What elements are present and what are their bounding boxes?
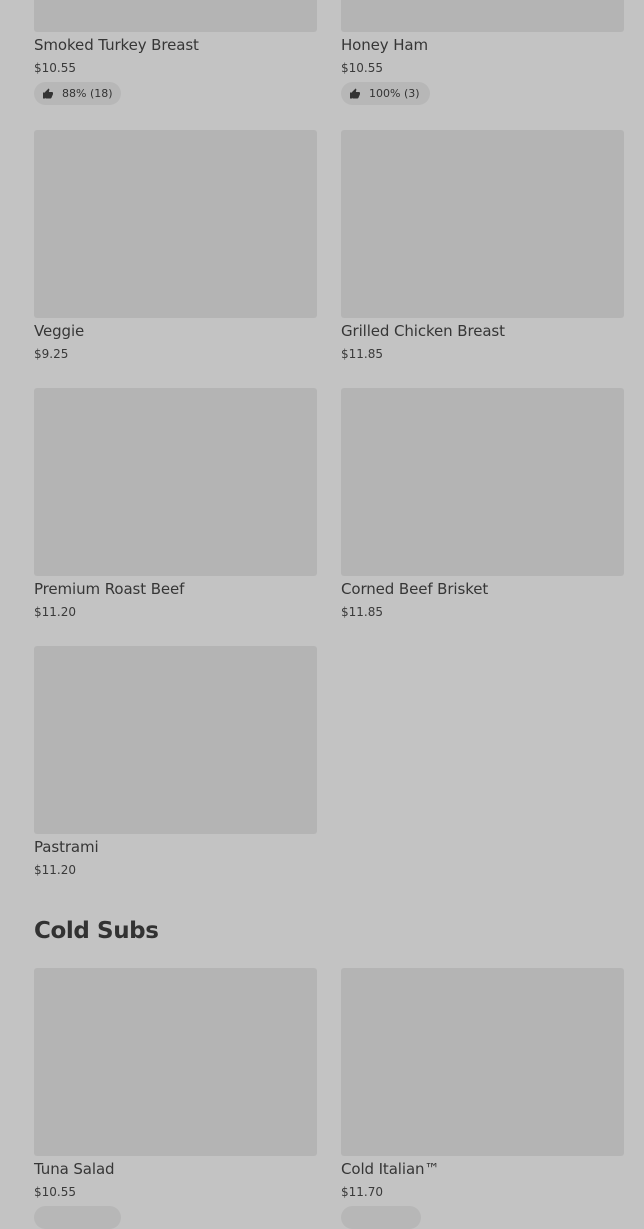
rating-badge: 100% (3) [341, 82, 430, 105]
rating-badge [34, 1206, 121, 1229]
rating-text: 88% (18) [62, 87, 113, 100]
item-name: Pastrami [34, 838, 99, 856]
item-image[interactable] [34, 130, 317, 318]
item-price: $10.55 [34, 1185, 76, 1199]
item-price: $11.85 [341, 347, 383, 361]
item-name: Premium Roast Beef [34, 580, 185, 598]
item-image[interactable] [341, 0, 624, 32]
item-image[interactable] [341, 388, 624, 576]
item-name: Honey Ham [341, 36, 429, 54]
item-price: $11.20 [34, 605, 76, 619]
item-image[interactable] [341, 968, 624, 1156]
item-name: Corned Beef Brisket [341, 580, 489, 598]
item-price: $11.85 [341, 605, 383, 619]
item-name: Smoked Turkey Breast [34, 36, 199, 54]
rating-badge: 88% (18) [34, 82, 121, 105]
item-image[interactable] [341, 130, 624, 318]
item-image[interactable] [34, 0, 317, 32]
item-price: $10.55 [34, 61, 76, 75]
item-price: $11.70 [341, 1185, 383, 1199]
item-name: Cold Italian™ [341, 1160, 440, 1178]
item-image[interactable] [34, 388, 317, 576]
section-title-cold-subs: Cold Subs [34, 918, 159, 944]
item-name: Veggie [34, 322, 85, 340]
thumbs-up-icon [43, 88, 53, 98]
item-name: Tuna Salad [34, 1160, 115, 1178]
rating-text: 100% (3) [369, 87, 420, 100]
item-image[interactable] [34, 646, 317, 834]
item-price: $11.20 [34, 863, 76, 877]
item-price: $10.55 [341, 61, 383, 75]
item-price: $9.25 [34, 347, 69, 361]
item-image[interactable] [34, 968, 317, 1156]
item-name: Grilled Chicken Breast [341, 322, 505, 340]
thumbs-up-icon [350, 88, 360, 98]
rating-badge [341, 1206, 421, 1229]
